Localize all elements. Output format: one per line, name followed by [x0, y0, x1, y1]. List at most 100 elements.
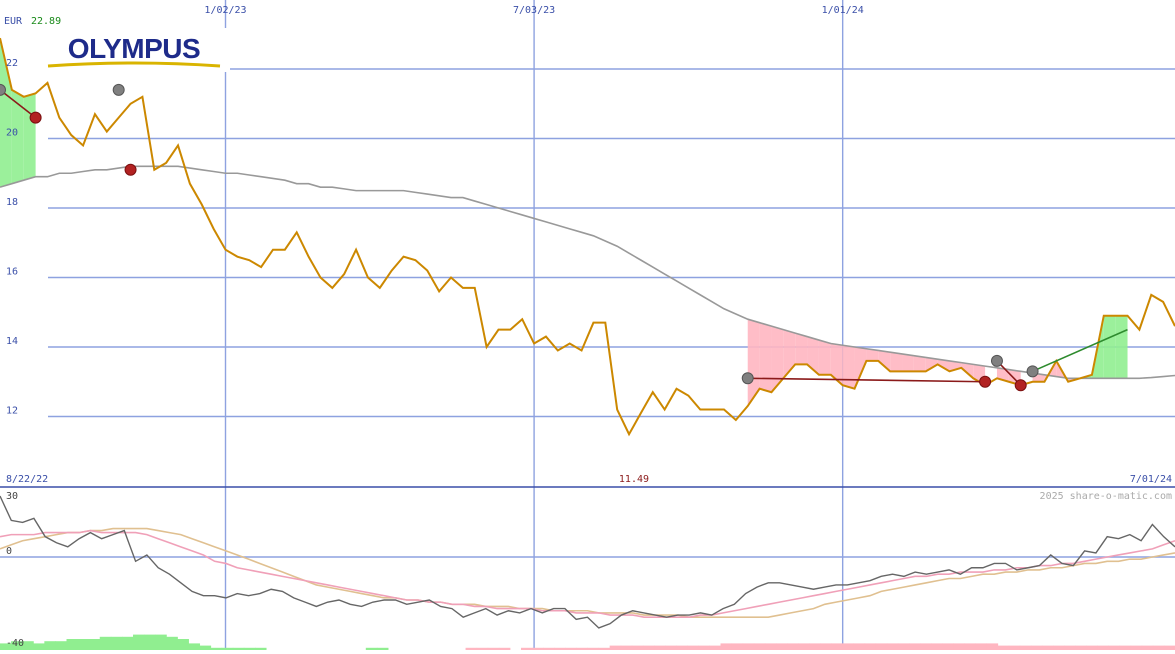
- buy-signal-marker: [741, 372, 754, 385]
- brand-logo: OLYMPUS: [40, 28, 230, 72]
- signal-fill: [902, 353, 914, 372]
- indicator-histogram: [0, 634, 1175, 650]
- histogram-bar: [753, 643, 766, 650]
- histogram-bar: [55, 641, 68, 650]
- histogram-bar: [997, 645, 1010, 650]
- signal-fill: [23, 93, 36, 181]
- histogram-bar: [199, 645, 212, 650]
- histogram-bar: [720, 643, 733, 650]
- buy-signal-marker: [112, 83, 125, 96]
- histogram-bar: [1108, 645, 1121, 650]
- start-date-label: 8/22/22: [6, 474, 48, 485]
- histogram-bar: [831, 643, 843, 650]
- histogram-bar: [709, 645, 722, 650]
- histogram-bar: [964, 643, 976, 650]
- histogram-bar: [875, 643, 888, 650]
- x-tick-label: 1/02/23: [204, 5, 246, 16]
- histogram-bar: [1163, 645, 1175, 650]
- histogram-bar: [687, 645, 699, 650]
- histogram-bar: [897, 643, 910, 650]
- histogram-bar: [110, 636, 123, 650]
- histogram-bar: [188, 643, 201, 650]
- histogram-bar: [886, 643, 899, 650]
- signal-fill: [818, 340, 831, 375]
- y-tick-label: 16: [6, 267, 18, 278]
- sell-signal-marker: [1014, 379, 1027, 392]
- histogram-bar: [1041, 645, 1054, 650]
- histogram-bar: [654, 645, 666, 650]
- momentum-line: [0, 495, 1175, 629]
- histogram-bar: [908, 643, 921, 650]
- histogram-bar: [931, 643, 943, 650]
- histogram-bar: [1141, 645, 1154, 650]
- watermark-text: 2025 share-o-matic.com: [1040, 491, 1172, 502]
- histogram-bar: [1097, 645, 1109, 650]
- indicator-tick-label: 0: [6, 546, 12, 557]
- histogram-bar: [1130, 645, 1143, 650]
- histogram-bar: [676, 645, 688, 650]
- main-panel-labels: EUR 22.89 12 14 16 18 20 22 1/02/23 7/03/23 1/01/2…: [4, 5, 1172, 485]
- end-date-label: 7/01/24: [1130, 474, 1172, 485]
- y-tick-label: 12: [6, 406, 18, 417]
- signal-fill: [771, 326, 784, 393]
- histogram-bar: [975, 643, 988, 650]
- sell-signal-marker: [124, 163, 137, 176]
- signal-fill: [1115, 315, 1128, 379]
- histogram-bar: [942, 643, 954, 650]
- histogram-bar: [144, 634, 156, 650]
- histogram-bar: [775, 643, 788, 650]
- buy-signal-marker: [1026, 365, 1039, 378]
- histogram-bar: [1019, 645, 1032, 650]
- signal-fill: [890, 352, 903, 372]
- indicator-tick-label: -40: [6, 638, 24, 649]
- histogram-bar: [133, 634, 145, 650]
- histogram-bar: [66, 639, 79, 650]
- histogram-bar: [609, 645, 622, 650]
- histogram-bar: [1075, 645, 1087, 650]
- histogram-bar: [1119, 645, 1132, 650]
- sell-signal-marker: [29, 111, 42, 124]
- histogram-bar: [809, 643, 821, 650]
- histogram-bar: [920, 643, 932, 650]
- histogram-bar: [1030, 645, 1043, 650]
- last-price-label: 22.89: [31, 16, 61, 27]
- buy-signal-marker: [990, 354, 1003, 367]
- currency-label: EUR: [4, 16, 23, 27]
- histogram-bar: [44, 641, 56, 650]
- signal-markers: [0, 83, 1128, 392]
- trend-segment: [747, 377, 986, 383]
- histogram-bar: [731, 643, 744, 650]
- histogram-bar: [842, 643, 855, 650]
- signal-line-slow: [0, 527, 1175, 619]
- signal-fill: [759, 322, 772, 393]
- x-tick-label: 7/03/23: [513, 5, 555, 16]
- histogram-bar: [642, 645, 655, 650]
- histogram-bar: [742, 643, 755, 650]
- y-tick-label: 20: [6, 128, 18, 139]
- main-panel-gridlines: [0, 0, 1175, 650]
- sell-signal-marker: [979, 375, 992, 388]
- x-tick-label: 1/01/24: [822, 5, 864, 16]
- histogram-bar: [77, 639, 90, 650]
- histogram-bar: [166, 636, 178, 650]
- histogram-bar: [1008, 645, 1021, 650]
- histogram-bar: [1064, 645, 1076, 650]
- histogram-bar: [620, 645, 633, 650]
- histogram-bar: [798, 643, 810, 650]
- y-tick-label: 14: [6, 336, 18, 347]
- histogram-bar: [665, 645, 677, 650]
- histogram-bar: [864, 643, 877, 650]
- histogram-bar: [986, 643, 999, 650]
- indicator-series: [0, 495, 1175, 629]
- y-tick-label: 22: [6, 58, 18, 69]
- indicator-tick-label: 30: [6, 491, 18, 502]
- histogram-bar: [820, 643, 832, 650]
- histogram-bar: [953, 643, 965, 650]
- stock-chart: EUR 22.89 12 14 16 18 20 22 1/02/23 7/03/23 1/01/2…: [0, 0, 1175, 650]
- signal-fill: [878, 350, 891, 372]
- histogram-bar: [787, 643, 799, 650]
- histogram-bar: [155, 634, 167, 650]
- signal-fill: [795, 333, 808, 365]
- histogram-bar: [99, 636, 112, 650]
- histogram-bar: [33, 643, 45, 650]
